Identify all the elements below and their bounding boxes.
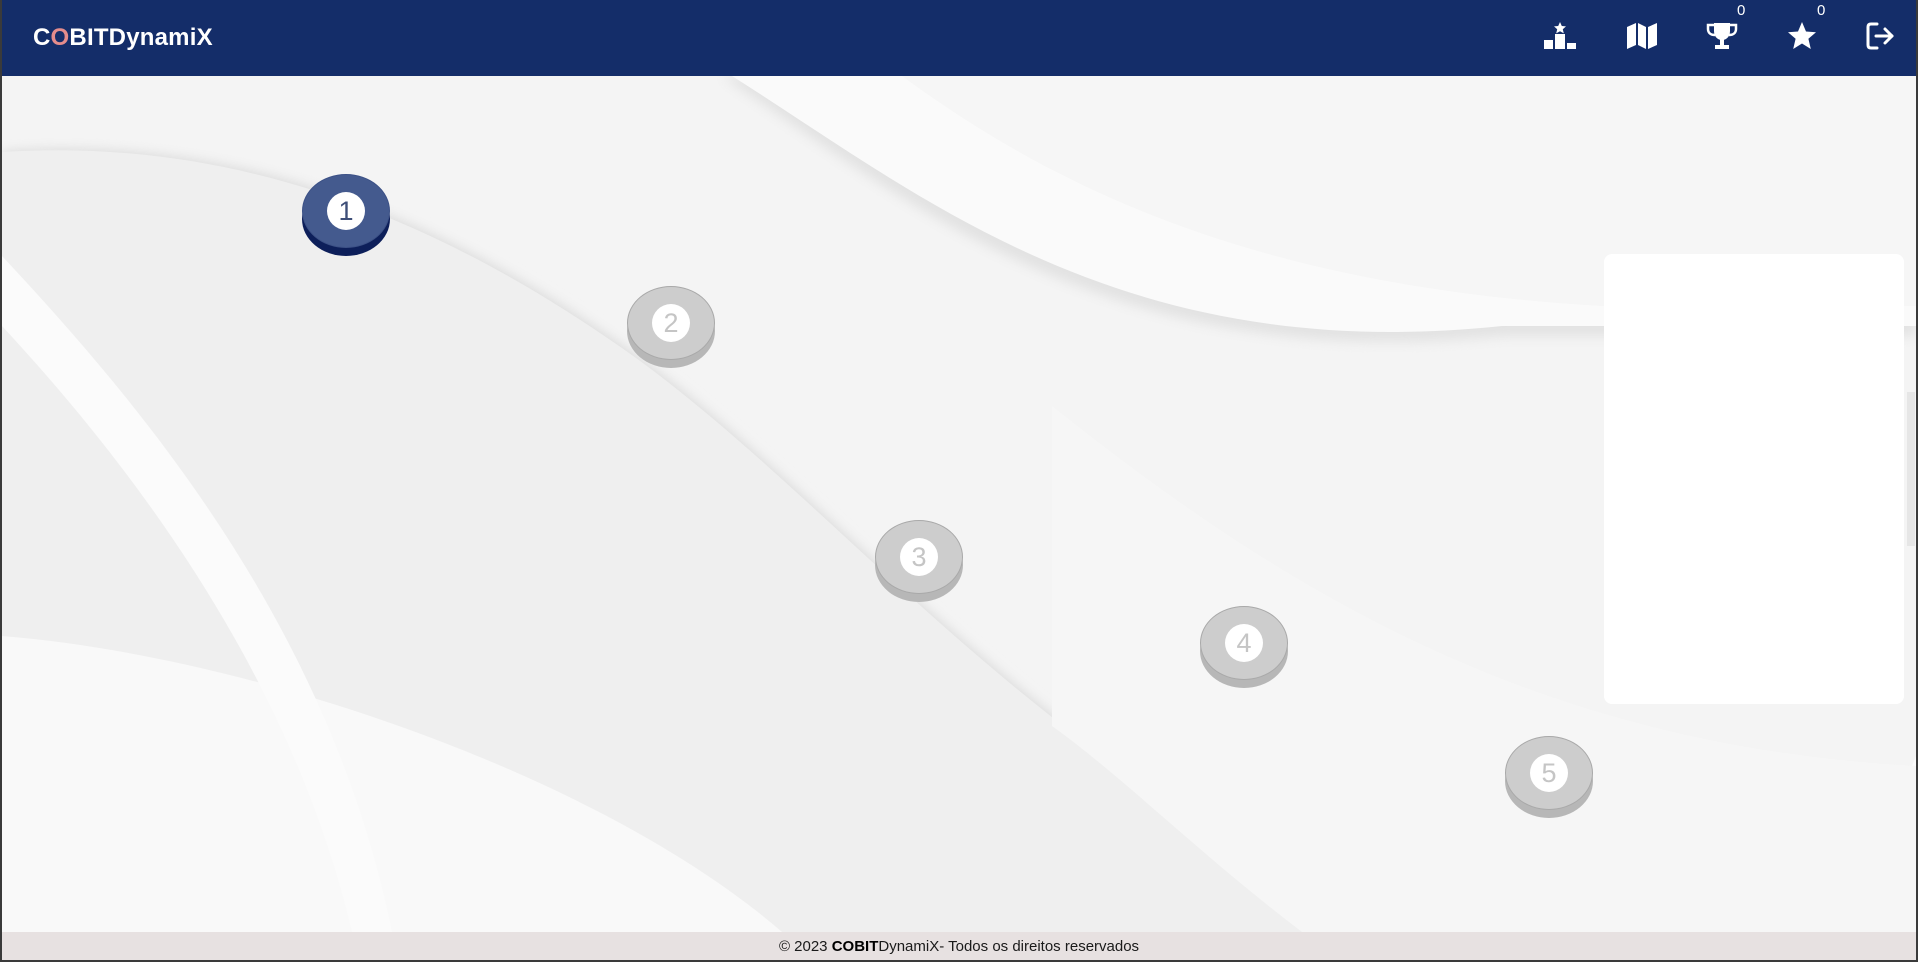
app-frame: COBITDynamiX 0 0 1 2 3 4 5 © 2023 COBIT …	[2, 0, 1916, 960]
level-4-node[interactable]: 4	[1200, 606, 1288, 688]
level-number: 3	[900, 538, 938, 576]
footer-brand-rest: DynamiX	[878, 937, 940, 955]
stars-count: 0	[1817, 2, 1826, 19]
star-icon[interactable]	[1782, 16, 1822, 56]
level-number: 5	[1530, 754, 1568, 792]
side-info-panel	[1604, 254, 1904, 704]
level-1-node[interactable]: 1	[302, 174, 390, 256]
level-number: 4	[1225, 624, 1263, 662]
level-5-node[interactable]: 5	[1505, 736, 1593, 818]
trophy-icon[interactable]	[1702, 16, 1742, 56]
logout-icon[interactable]	[1861, 16, 1901, 56]
level-number: 1	[327, 192, 365, 230]
footer-brand: COBIT	[831, 937, 879, 955]
ranking-podium-icon[interactable]	[1540, 16, 1580, 56]
level-2-node[interactable]: 2	[627, 286, 715, 368]
footer: © 2023 COBIT DynamiX - Todos os direitos …	[2, 932, 1916, 960]
scrollbar[interactable]	[1907, 392, 1915, 546]
footer-copyright: © 2023	[778, 937, 828, 955]
level-number: 2	[652, 304, 690, 342]
brand-logo[interactable]: COBITDynamiX	[33, 24, 213, 52]
trophies-count: 0	[1737, 2, 1746, 19]
footer-text: - Todos os direitos reservados	[939, 937, 1140, 955]
map-icon[interactable]	[1622, 16, 1662, 56]
top-navbar: COBITDynamiX 0 0	[2, 0, 1916, 76]
level-3-node[interactable]: 3	[875, 520, 963, 602]
